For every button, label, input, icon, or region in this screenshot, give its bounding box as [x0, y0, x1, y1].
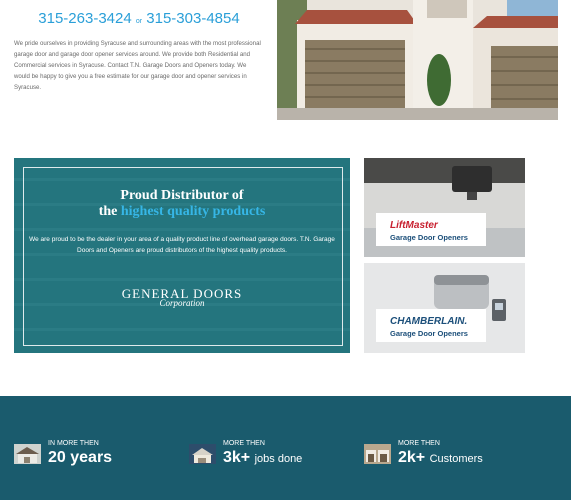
liftmaster-brand: LiftMaster — [390, 220, 438, 231]
banner-title-line2: the highest quality products — [14, 204, 350, 220]
distributor-banner: Proud Distributor of the highest quality… — [14, 158, 350, 353]
stat-customers-value: 2k+ Customers — [398, 449, 483, 466]
stats-strip: IN MORE THEN 20 years MORE THEN 3k+ jobs… — [0, 396, 571, 500]
house-thumb-icon — [189, 444, 216, 464]
banner-title-line1: Proud Distributor of — [120, 188, 244, 203]
chamberlain-product: Garage Door Openers — [390, 329, 468, 338]
stat-years-caption: IN MORE THEN — [48, 440, 99, 447]
chamberlain-brand: CHAMBERLAIN. — [390, 316, 468, 327]
stat-customers-caption: MORE THEN — [398, 440, 440, 447]
house-thumb-icon — [14, 444, 41, 464]
banner-subtitle: We are proud to be the dealer in your ar… — [29, 236, 335, 254]
liftmaster-card[interactable]: LiftMaster Garage Door Openers — [364, 158, 525, 257]
house-photo — [277, 0, 558, 120]
chamberlain-card[interactable]: CHAMBERLAIN. Garage Door Openers — [364, 263, 525, 353]
liftmaster-product: Garage Door Openers — [390, 233, 468, 242]
banner-title-highlight: highest quality products — [120, 204, 266, 219]
banner-title-the: the — [98, 204, 118, 219]
liftmaster-label: LiftMaster Garage Door Openers — [376, 213, 486, 246]
house-thumb-icon — [364, 444, 391, 464]
phone-numbers: 315-263-3424 or 315-303-4854 — [14, 10, 264, 27]
general-doors-logo-sub: Corporation — [159, 298, 205, 308]
intro-text: We pride ourselves in providing Syracuse… — [14, 40, 261, 91]
stat-jobs-value: 3k+ jobs done — [223, 449, 303, 466]
chamberlain-label: CHAMBERLAIN. Garage Door Openers — [376, 309, 486, 342]
phone-link-1[interactable]: 315-263-3424 — [38, 10, 131, 27]
stat-years-value: 20 years — [48, 449, 113, 466]
phone-link-2[interactable]: 315-303-4854 — [146, 10, 239, 27]
stat-jobs-caption: MORE THEN — [223, 440, 265, 447]
or-separator: or — [135, 18, 143, 25]
